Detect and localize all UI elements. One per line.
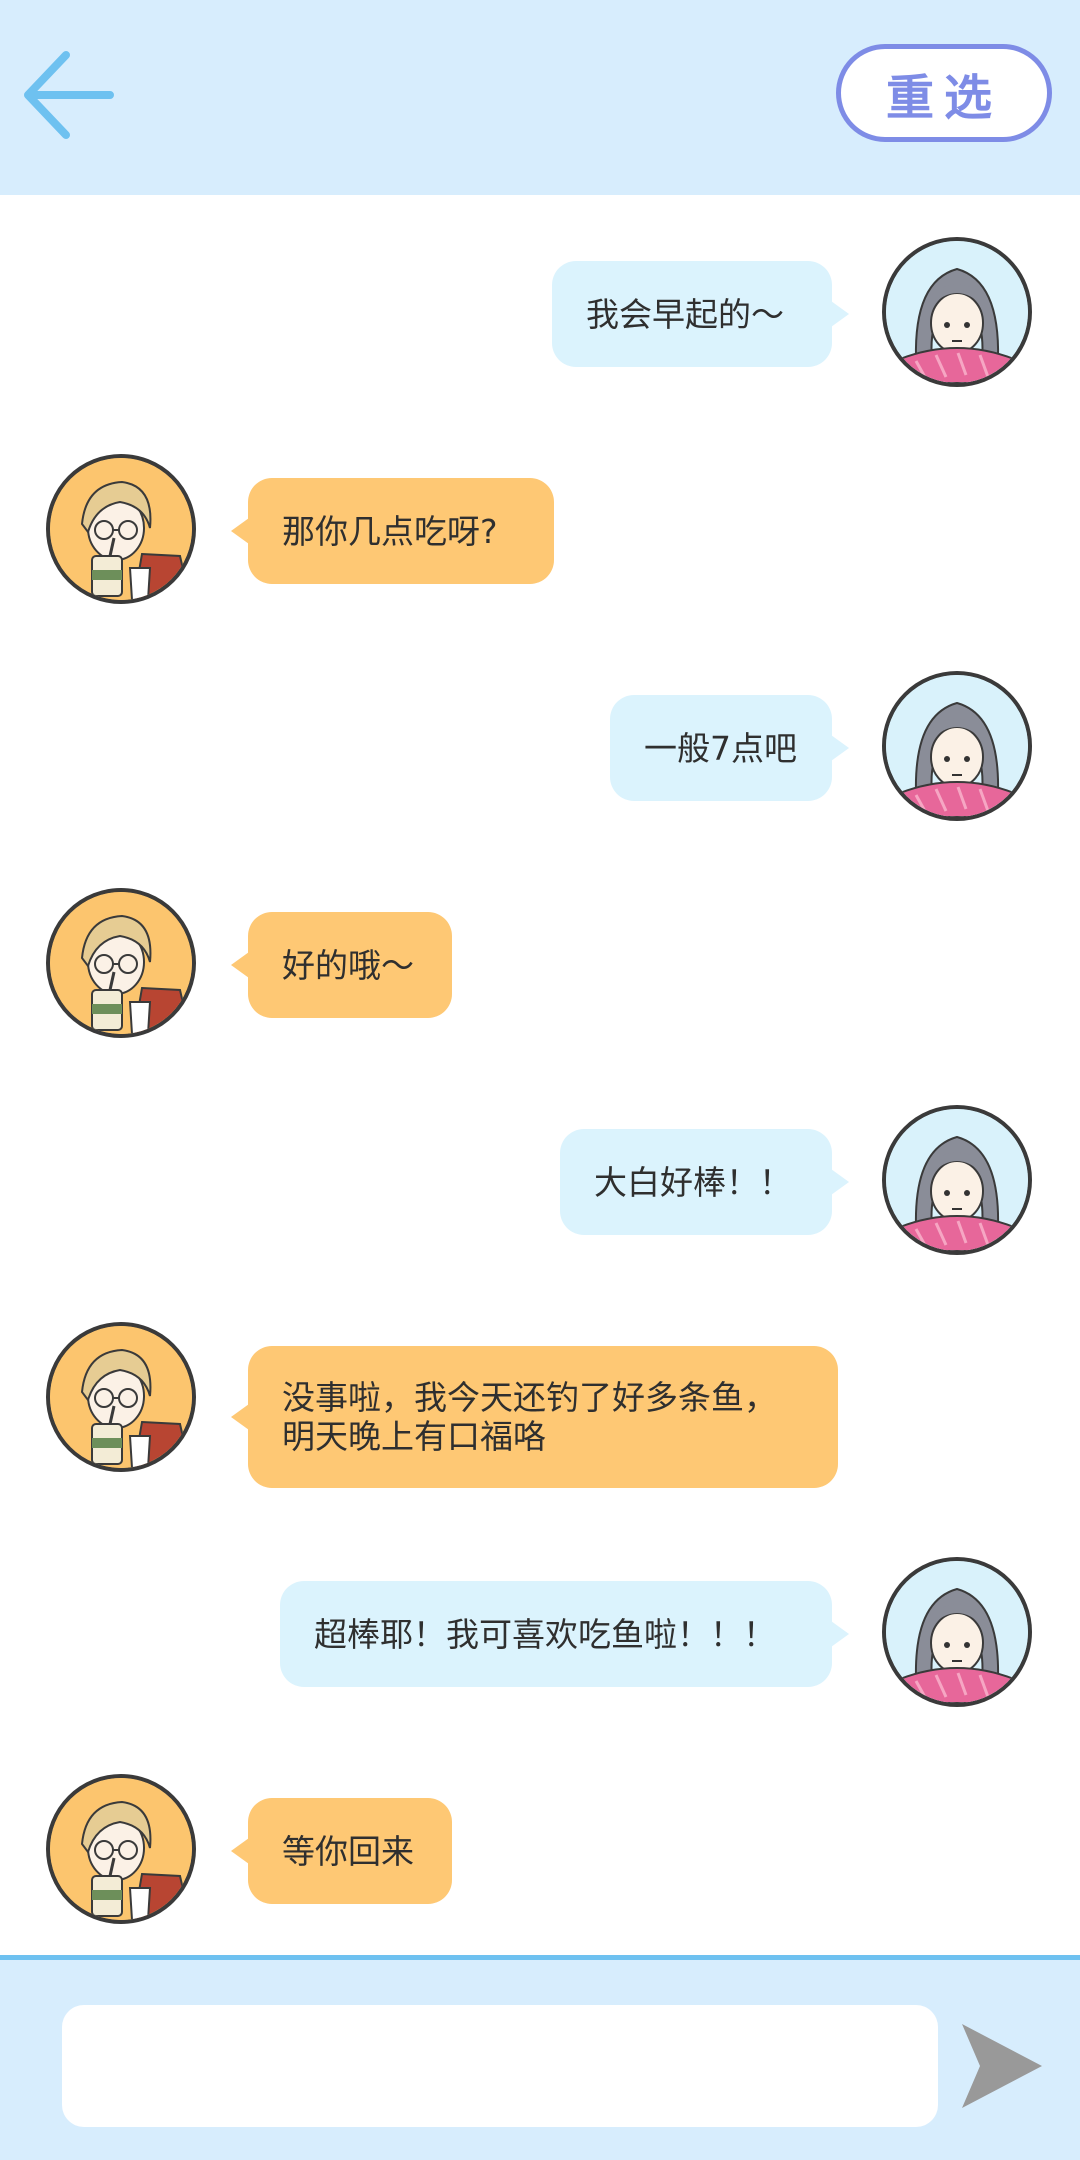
message-row: 一般7点吧 <box>0 671 1080 831</box>
message-bubble: 超棒耶！我可喜欢吃鱼啦！！！ <box>280 1581 849 1687</box>
send-icon <box>962 2024 1042 2108</box>
message-row: 大白好棒！！ <box>0 1105 1080 1265</box>
girl-avatar[interactable] <box>882 237 1032 387</box>
composer-bar <box>0 1955 1080 2160</box>
girl-avatar[interactable] <box>882 1105 1032 1255</box>
message-bubble: 大白好棒！！ <box>560 1129 849 1235</box>
message-row: 没事啦，我今天还钓了好多条鱼， 明天晚上有口福咯 <box>0 1322 1080 1492</box>
message-bubble: 一般7点吧 <box>610 695 849 801</box>
girl-portrait-image <box>886 1561 1028 1703</box>
girl-portrait-image <box>886 675 1028 817</box>
send-button[interactable] <box>958 2020 1044 2112</box>
boy-avatar[interactable] <box>46 888 196 1038</box>
girl-portrait-image <box>886 1109 1028 1251</box>
back-button[interactable] <box>18 45 118 145</box>
message-bubble: 那你几点吃呀? <box>231 478 554 584</box>
message-input[interactable] <box>62 2005 938 2127</box>
message-row: 我会早起的～ <box>0 237 1080 397</box>
boy-avatar[interactable] <box>46 1322 196 1472</box>
message-row: 等你回来 <box>0 1774 1080 1934</box>
boy-portrait-image <box>50 1778 192 1920</box>
message-bubble: 好的哦～ <box>231 912 452 1018</box>
boy-avatar[interactable] <box>46 1774 196 1924</box>
arrow-left-icon <box>24 51 114 139</box>
message-bubble: 没事啦，我今天还钓了好多条鱼， 明天晚上有口福咯 <box>231 1346 838 1488</box>
girl-portrait-image <box>886 241 1028 383</box>
message-row: 超棒耶！我可喜欢吃鱼啦！！！ <box>0 1557 1080 1717</box>
message-bubble: 我会早起的～ <box>552 261 849 367</box>
girl-avatar[interactable] <box>882 1557 1032 1707</box>
message-bubble: 等你回来 <box>231 1798 452 1904</box>
reselect-button[interactable]: 重选 <box>836 44 1052 142</box>
chat-list[interactable]: 我会早起的～ 那你几点吃呀? 一般7点吧 好的哦～ 大白好棒！！ 没事啦，我今天… <box>0 195 1080 1955</box>
boy-portrait-image <box>50 1326 192 1468</box>
boy-portrait-image <box>50 892 192 1034</box>
message-row: 那你几点吃呀? <box>0 454 1080 614</box>
header-bar: 重选 <box>0 0 1080 195</box>
girl-avatar[interactable] <box>882 671 1032 821</box>
boy-avatar[interactable] <box>46 454 196 604</box>
message-row: 好的哦～ <box>0 888 1080 1048</box>
boy-portrait-image <box>50 458 192 600</box>
